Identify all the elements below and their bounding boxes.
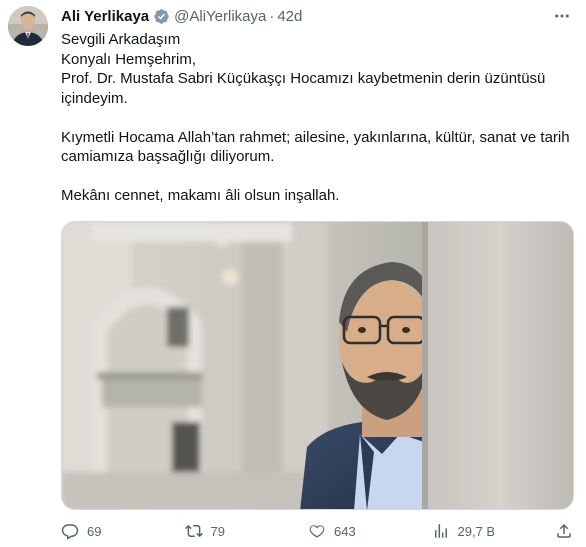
tweet-paragraph: Mekânı cennet, makamı âli olsun inşallah… <box>61 187 340 204</box>
retweet-count: 79 <box>210 523 225 539</box>
share-button[interactable] <box>555 522 573 540</box>
tweet-line: Prof. Dr. Mustafa Sabri Küçükaşçı Hocamı… <box>61 70 546 107</box>
like-count: 643 <box>334 523 356 539</box>
tweet-paragraph: Kıymetli Hocama Allah’tan rahmet; ailesi… <box>61 128 570 166</box>
tweet-text: Sevgili Arkadaşım Konyalı Hemşehrim, Pro… <box>61 30 573 206</box>
tweet: Ali Yerlikaya @AliYerlikaya · 42d Sevgil… <box>0 0 586 547</box>
verified-badge-icon <box>153 8 170 25</box>
timestamp[interactable]: 42d <box>277 8 302 25</box>
tweet-photo[interactable] <box>61 221 574 510</box>
views-count: 29,7 B <box>457 523 496 539</box>
separator-dot: · <box>269 7 275 25</box>
user-handle[interactable]: @AliYerlikaya <box>174 8 266 25</box>
more-icon[interactable] <box>552 6 572 26</box>
retweet-icon <box>184 522 203 540</box>
reply-button[interactable]: 69 <box>61 522 131 540</box>
share-icon <box>555 522 573 540</box>
tweet-line: Sevgili Arkadaşım <box>61 31 181 48</box>
like-icon <box>308 522 326 540</box>
retweet-button[interactable]: 79 <box>184 522 255 540</box>
avatar[interactable] <box>8 6 48 46</box>
views-icon <box>432 522 450 540</box>
reply-icon <box>61 522 79 540</box>
photo-image <box>62 222 573 509</box>
display-name[interactable]: Ali Yerlikaya <box>61 8 149 25</box>
reply-count: 69 <box>87 523 102 539</box>
like-button[interactable]: 643 <box>308 522 378 540</box>
tweet-header: Ali Yerlikaya @AliYerlikaya · 42d <box>61 6 302 26</box>
tweet-actions: 69 79 643 29,7 B <box>61 520 573 542</box>
views-button[interactable]: 29,7 B <box>432 522 502 540</box>
tweet-line: Konyalı Hemşehrim, <box>61 50 197 68</box>
